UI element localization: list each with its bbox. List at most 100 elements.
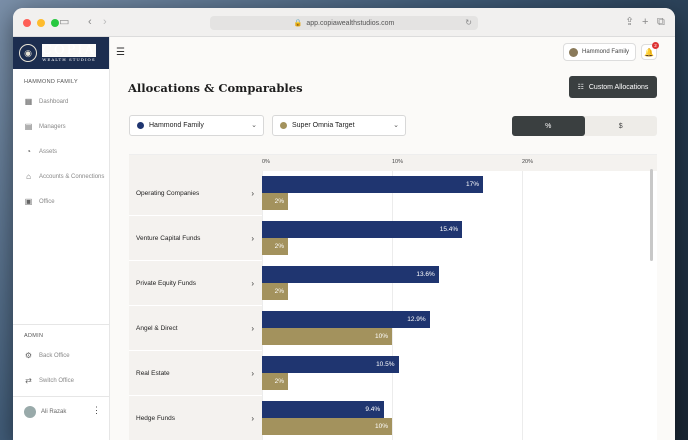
category-label[interactable]: Venture Capital Funds › bbox=[129, 216, 262, 261]
forward-icon[interactable]: › bbox=[103, 16, 107, 28]
sidebar-toggle-icon[interactable]: ▭ bbox=[59, 16, 69, 28]
chevron-right-icon[interactable]: › bbox=[251, 414, 254, 423]
chevron-right-icon[interactable]: › bbox=[251, 369, 254, 378]
sidebar-item-label: Office bbox=[39, 198, 55, 205]
sidebar-item-assets[interactable]: ◔ Assets bbox=[13, 139, 109, 164]
switch-icon: ⇄ bbox=[25, 376, 32, 385]
unit-toggle: % $ bbox=[512, 116, 657, 136]
comparable-bar[interactable]: 2% bbox=[262, 193, 288, 210]
page-title: Allocations & Comparables bbox=[128, 81, 303, 95]
comparable-select[interactable]: Super Omnia Target ⌄ bbox=[272, 115, 406, 136]
primary-bar[interactable]: 12.9% bbox=[262, 311, 430, 328]
category-label[interactable]: Real Estate › bbox=[129, 351, 262, 396]
x-tick-label: 0% bbox=[262, 159, 270, 165]
bar-value-label: 10.5% bbox=[376, 361, 395, 368]
sidebar-item-dashboard[interactable]: ▦ Dashboard bbox=[13, 89, 109, 114]
chevron-right-icon[interactable]: › bbox=[251, 279, 254, 288]
primary-bar[interactable]: 10.5% bbox=[262, 356, 399, 373]
sidebar-item-switch-office[interactable]: ⇄ Switch Office bbox=[13, 368, 109, 393]
account-label: Hammond Family bbox=[582, 49, 630, 55]
sidebar-item-label: Back Office bbox=[39, 352, 70, 359]
comparable-bar[interactable]: 10% bbox=[262, 418, 392, 435]
url-text: app.copiawealthstudios.com bbox=[306, 19, 395, 27]
sidebar-item-label: Dashboard bbox=[39, 98, 69, 105]
close-window-button[interactable] bbox=[23, 19, 31, 27]
user-name: Ali Razak bbox=[41, 408, 67, 415]
category-text: Hedge Funds bbox=[136, 414, 176, 422]
category-label[interactable]: Angel & Direct › bbox=[129, 306, 262, 351]
sidebar: ◉ COPIA WEALTH STUDIOS HAMMOND FAMILY ▦ … bbox=[13, 37, 110, 440]
minimize-window-button[interactable] bbox=[37, 19, 45, 27]
user-profile[interactable]: Ali Razak ⋮ bbox=[13, 396, 109, 426]
primary-bar[interactable]: 9.4% bbox=[262, 401, 385, 418]
bar-value-label: 2% bbox=[274, 288, 284, 295]
bar-value-label: 10% bbox=[374, 333, 388, 340]
sidebar-item-managers[interactable]: ▤ Managers bbox=[13, 114, 109, 139]
share-icon[interactable]: ⇪ bbox=[625, 16, 634, 28]
comparable-bar[interactable]: 2% bbox=[262, 283, 288, 300]
logo-emblem-icon: ◉ bbox=[19, 44, 37, 62]
percent-toggle[interactable]: % bbox=[512, 116, 585, 136]
chevron-right-icon[interactable]: › bbox=[251, 234, 254, 243]
main-content: ☰ Hammond Family 🔔 2 Allocations & Compa… bbox=[110, 37, 675, 440]
new-tab-icon[interactable]: + bbox=[642, 16, 648, 28]
sidebar-item-accounts[interactable]: ⌂ Accounts & Connections bbox=[13, 164, 109, 189]
allocation-row[interactable]: Real Estate › 10.5% 2% bbox=[129, 351, 649, 396]
scrollbar[interactable] bbox=[650, 169, 653, 261]
zoom-window-button[interactable] bbox=[51, 19, 59, 27]
back-icon[interactable]: ‹ bbox=[88, 16, 92, 28]
collapse-sidebar-icon[interactable]: ☰ bbox=[116, 47, 125, 58]
notifications-button[interactable]: 🔔 2 bbox=[641, 42, 659, 60]
avatar bbox=[24, 405, 36, 418]
window-controls bbox=[23, 19, 59, 27]
allocation-row[interactable]: Private Equity Funds › 13.6% 2% bbox=[129, 261, 649, 306]
bell-icon: 🔔 bbox=[644, 47, 654, 57]
managers-icon: ▤ bbox=[24, 122, 33, 131]
primary-bar[interactable]: 15.4% bbox=[262, 221, 463, 238]
reload-icon[interactable]: ↻ bbox=[465, 18, 472, 27]
category-label[interactable]: Private Equity Funds › bbox=[129, 261, 262, 306]
admin-section: ADMIN ⚙ Back Office ⇄ Switch Office bbox=[13, 324, 109, 393]
sidebar-item-office[interactable]: ▣ Office bbox=[13, 189, 109, 214]
more-options-icon[interactable]: ⋮ bbox=[92, 405, 101, 416]
category-text: Angel & Direct bbox=[136, 324, 178, 332]
dashboard-icon: ▦ bbox=[24, 97, 33, 106]
comparable-bar[interactable]: 2% bbox=[262, 373, 288, 390]
allocation-row[interactable]: Venture Capital Funds › 15.4% 2% bbox=[129, 216, 649, 261]
comparable-bar[interactable]: 2% bbox=[262, 238, 288, 255]
chevron-right-icon[interactable]: › bbox=[251, 324, 254, 333]
chevron-right-icon[interactable]: › bbox=[251, 189, 254, 198]
bar-value-label: 13.6% bbox=[416, 271, 435, 278]
bar-value-label: 10% bbox=[374, 423, 388, 430]
comparable-bar[interactable]: 10% bbox=[262, 328, 392, 345]
allocation-row[interactable]: Angel & Direct › 12.9% 10% bbox=[129, 306, 649, 351]
allocation-row[interactable]: Hedge Funds › 9.4% 10% bbox=[129, 396, 649, 440]
bank-icon: ⌂ bbox=[26, 172, 31, 181]
comparable-select-value: Super Omnia Target bbox=[292, 122, 355, 129]
bar-value-label: 2% bbox=[274, 243, 284, 250]
category-label[interactable]: Hedge Funds › bbox=[129, 396, 262, 440]
category-label[interactable]: Operating Companies › bbox=[129, 171, 262, 216]
bar-value-label: 2% bbox=[274, 378, 284, 385]
account-switcher[interactable]: Hammond Family bbox=[563, 43, 636, 61]
primary-bar[interactable]: 17% bbox=[262, 176, 483, 193]
custom-allocations-button[interactable]: ☷ Custom Allocations bbox=[569, 76, 657, 98]
primary-portfolio-select[interactable]: Hammond Family ⌄ bbox=[129, 115, 264, 136]
copia-logo[interactable]: ◉ COPIA WEALTH STUDIOS bbox=[13, 37, 109, 69]
primary-bar[interactable]: 13.6% bbox=[262, 266, 439, 283]
category-text: Operating Companies bbox=[136, 189, 200, 197]
dollar-toggle[interactable]: $ bbox=[585, 116, 658, 136]
tabs-overview-icon[interactable]: ⧉ bbox=[657, 16, 665, 28]
primary-select-value: Hammond Family bbox=[149, 122, 204, 129]
address-bar[interactable]: 🔒 app.copiawealthstudios.com ↻ bbox=[210, 16, 478, 30]
category-text: Private Equity Funds bbox=[136, 279, 196, 287]
pie-icon: ◔ bbox=[26, 147, 31, 156]
sidebar-item-label: Assets bbox=[39, 148, 58, 155]
allocation-row[interactable]: Operating Companies › 17% 2% bbox=[129, 171, 649, 216]
sidebar-item-back-office[interactable]: ⚙ Back Office bbox=[13, 343, 109, 368]
lock-icon: 🔒 bbox=[293, 20, 303, 27]
bar-value-label: 2% bbox=[274, 198, 284, 205]
category-text: Real Estate bbox=[136, 369, 170, 377]
bar-value-label: 12.9% bbox=[407, 316, 426, 323]
admin-section-title: ADMIN bbox=[24, 333, 44, 339]
